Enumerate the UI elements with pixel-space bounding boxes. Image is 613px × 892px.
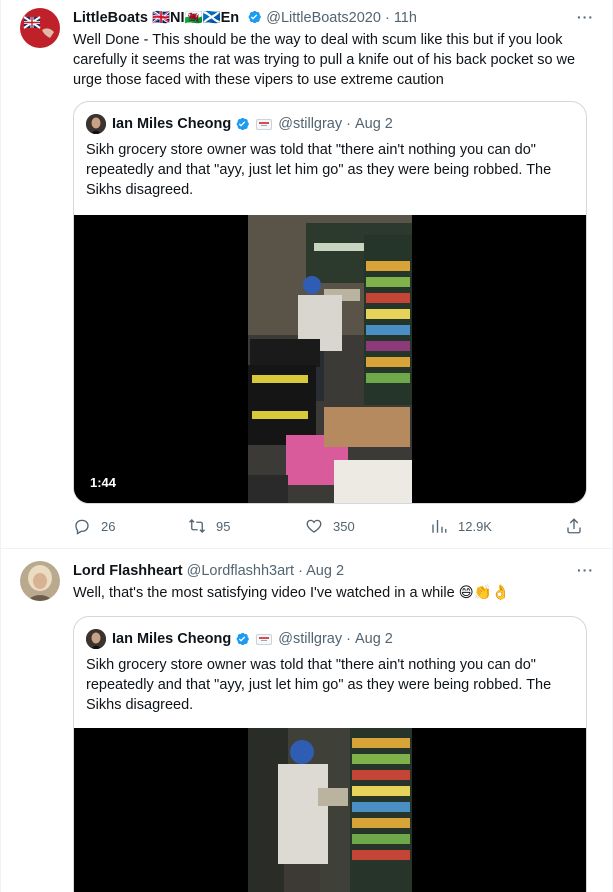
author-handle[interactable]: @LittleBoats2020 [266,10,381,26]
verified-icon [248,10,262,24]
separator: · [384,10,390,26]
quote-author-handle[interactable]: @stillgray [278,630,342,648]
share-button[interactable] [565,514,593,538]
like-icon [306,519,322,533]
quote-time[interactable]: Aug 2 [355,115,393,133]
avatar[interactable] [20,8,60,48]
quote-author-name[interactable]: Ian Miles Cheong [112,630,231,648]
views-icon [432,520,447,533]
share-icon [567,518,581,534]
retweet-icon [189,519,205,533]
views-button[interactable]: 12.9K [430,514,492,538]
reply-icon [75,519,89,535]
separator: · [298,563,303,579]
flag-icon [256,118,273,130]
author-name[interactable]: LittleBoats 🇬🇧NI🏴󠁧󠁢󠁷󠁬󠁳󠁿🏴󠁧󠁢󠁳󠁣󠁴󠁿En [73,10,239,26]
quote-time[interactable]: Aug 2 [355,630,393,648]
views-count: 12.9K [458,518,492,534]
verified-icon [236,117,250,131]
author-handle[interactable]: @Lordflashh3art [187,563,294,579]
more-icon[interactable]: ··· [577,562,594,578]
quote-avatar [86,629,106,649]
video-duration: 1:44 [90,475,117,490]
timeline-feed: LittleBoats 🇬🇧NI🏴󠁧󠁢󠁷󠁬󠁳󠁿🏴󠁧󠁢󠁳󠁣󠁴󠁿En @Little… [0,0,613,892]
quoted-tweet[interactable]: Ian Miles Cheong @stillgray · Aug 2 Sikh… [73,101,587,504]
video-thumbnail [74,728,586,892]
separator: · [346,116,351,132]
reply-button[interactable]: 26 [73,514,115,538]
like-button[interactable]: 350 [305,514,355,538]
tweet-actions: 26 95 350 12.9K [73,514,593,538]
tweet-header: Lord Flashheart @Lordflashh3art · Aug 2 [73,562,344,580]
quote-header: Ian Miles Cheong @stillgray · Aug 2 [86,629,393,649]
video-thumbnail [74,215,586,503]
flag-icon [256,633,273,645]
separator: · [346,631,351,647]
quote-author-handle[interactable]: @stillgray [278,115,342,133]
retweet-count: 95 [216,518,231,534]
quote-header: Ian Miles Cheong @stillgray · Aug 2 [86,114,393,134]
avatar[interactable] [20,561,60,601]
tweet-text: Well Done - This should be the way to de… [73,32,576,88]
tweet-time[interactable]: 11h [394,10,417,26]
video-player[interactable] [74,728,586,892]
author-name[interactable]: Lord Flashheart [73,563,183,579]
video-player[interactable]: 1:44 [74,215,586,503]
reply-count: 26 [101,518,116,534]
quote-avatar [86,114,106,134]
retweet-button[interactable]: 95 [188,514,230,538]
more-icon[interactable]: ··· [577,9,594,25]
verified-icon [236,632,250,646]
quote-text: Sikh grocery store owner was told that "… [86,657,552,713]
quote-author-name[interactable]: Ian Miles Cheong [112,115,231,133]
quoted-tweet[interactable]: Ian Miles Cheong @stillgray · Aug 2 Sikh… [73,616,587,892]
like-count: 350 [333,518,355,534]
tweet-header: LittleBoats 🇬🇧NI🏴󠁧󠁢󠁷󠁬󠁳󠁿🏴󠁧󠁢󠁳󠁣󠁴󠁿En @Little… [73,9,417,27]
tweet-time[interactable]: Aug 2 [306,563,344,579]
quote-text: Sikh grocery store owner was told that "… [86,142,552,198]
tweet-text: Well, that's the most satisfying video I… [73,585,510,601]
